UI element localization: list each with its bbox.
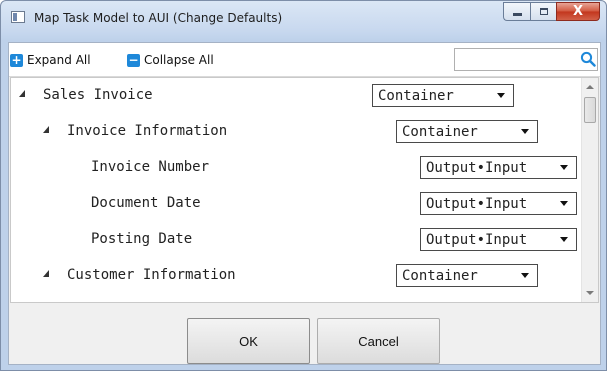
expand-all-label: Expand All — [27, 53, 91, 67]
dialog-button-bar: OK Cancel — [9, 303, 600, 365]
expand-all-button[interactable]: + Expand All — [10, 52, 91, 68]
expand-plus-icon: + — [10, 52, 23, 67]
toolbar: + Expand All − Collapse All — [9, 43, 600, 77]
dropdown-arrow-icon — [497, 93, 505, 98]
minimize-button[interactable] — [503, 2, 530, 21]
scroll-up-arrow-icon[interactable] — [586, 85, 594, 89]
collapse-triangle-icon[interactable] — [43, 270, 49, 277]
search-input[interactable] — [455, 49, 581, 70]
collapse-all-button[interactable]: − Collapse All — [127, 52, 214, 68]
tree-row-label: Document Date — [91, 195, 201, 211]
vertical-scrollbar[interactable] — [581, 78, 598, 302]
dialog-client-area: + Expand All − Collapse All Sales Invoic… — [8, 42, 601, 365]
minimize-icon — [512, 13, 522, 16]
ok-button[interactable]: OK — [187, 318, 310, 364]
tree-row: Invoice Information Container — [11, 114, 581, 150]
close-button[interactable]: X — [556, 2, 600, 21]
tree-row: Document Date Output•Input — [11, 186, 581, 222]
tree-row-label: Customer Information — [67, 267, 236, 283]
select-value: Container — [402, 123, 478, 140]
widget-type-select[interactable]: Container — [396, 120, 538, 143]
tree-row-label: Invoice Number — [91, 159, 210, 175]
tree-row: Sales Invoice Container — [11, 78, 581, 114]
select-value: Container — [378, 87, 454, 104]
collapse-all-label: Collapse All — [144, 53, 214, 67]
mapping-tree: Sales Invoice Container Invoice Informat… — [10, 77, 599, 303]
widget-type-select[interactable]: Container — [372, 84, 514, 107]
tree-row-label: Invoice Information — [67, 123, 228, 139]
search-icon[interactable] — [580, 51, 596, 67]
dropdown-arrow-icon — [560, 237, 568, 242]
collapse-minus-icon: − — [127, 52, 140, 67]
tree-row-label: Sales Invoice — [43, 87, 153, 103]
window-controls: X — [503, 2, 600, 22]
select-value: Output•Input — [426, 195, 528, 212]
select-value: Output•Input — [426, 159, 528, 176]
collapse-triangle-icon[interactable] — [19, 90, 25, 97]
tree-row: Customer Information Container — [11, 258, 581, 294]
widget-type-select[interactable]: Output•Input — [420, 192, 577, 215]
maximize-button[interactable] — [530, 2, 556, 21]
tree-row: Invoice Number Output•Input — [11, 150, 581, 186]
collapse-triangle-icon[interactable] — [43, 126, 49, 133]
tree-row-label: Posting Date — [91, 231, 193, 247]
dropdown-arrow-icon — [521, 273, 529, 278]
select-value: Container — [402, 267, 478, 284]
tree-row: Posting Date Output•Input — [11, 222, 581, 258]
search-box — [454, 48, 598, 71]
close-icon: X — [572, 4, 584, 19]
cancel-button[interactable]: Cancel — [317, 318, 440, 364]
dropdown-arrow-icon — [521, 129, 529, 134]
widget-type-select[interactable]: Output•Input — [420, 228, 577, 251]
window-title: Map Task Model to AUI (Change Defaults) — [34, 11, 283, 25]
maximize-icon — [539, 8, 548, 15]
window-icon — [11, 11, 25, 23]
widget-type-select[interactable]: Output•Input — [420, 156, 577, 179]
scrollbar-thumb[interactable] — [584, 97, 596, 123]
dropdown-arrow-icon — [560, 201, 568, 206]
scroll-down-arrow-icon[interactable] — [586, 291, 594, 295]
dialog-window: Map Task Model to AUI (Change Defaults) … — [0, 0, 607, 371]
dropdown-arrow-icon — [560, 165, 568, 170]
widget-type-select[interactable]: Container — [396, 264, 538, 287]
select-value: Output•Input — [426, 231, 528, 248]
title-bar[interactable]: Map Task Model to AUI (Change Defaults) … — [1, 1, 606, 35]
